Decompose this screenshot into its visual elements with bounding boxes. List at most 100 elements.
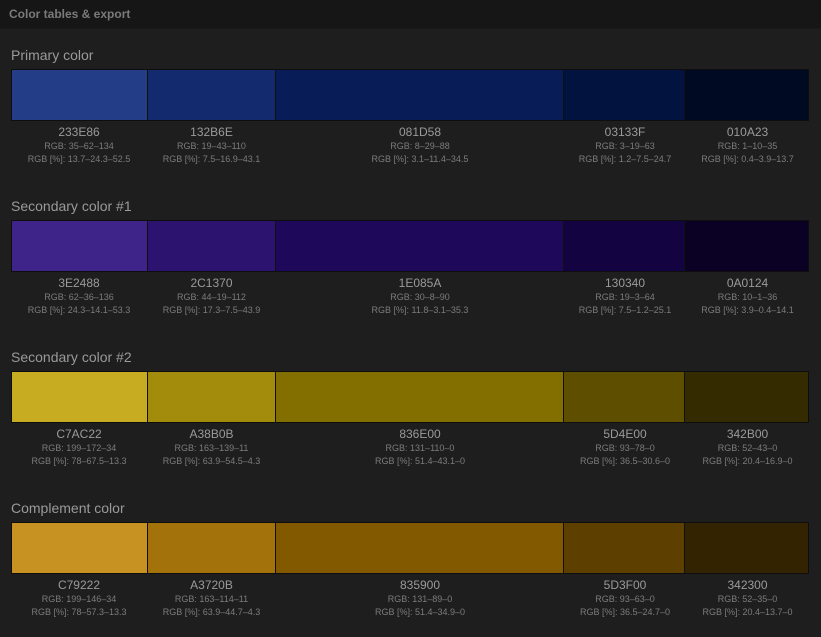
rgb-percent-value: RGB [%]: 0.4–3.9–13.7 bbox=[701, 154, 794, 164]
color-swatch[interactable] bbox=[147, 372, 277, 422]
rgb-percent-value: RGB [%]: 3.1–11.4–34.5 bbox=[371, 154, 469, 164]
swatch-label: 130340 RGB: 19–3–64 RGB [%]: 7.5–1.2–25.… bbox=[564, 276, 686, 317]
rgb-value: RGB: 52–43–0 bbox=[717, 443, 778, 453]
rgb-percent-value: RGB [%]: 51.4–43.1–0 bbox=[374, 456, 466, 466]
color-swatch[interactable] bbox=[563, 221, 686, 271]
rgb-percent-value: RGB [%]: 36.5–30.6–0 bbox=[579, 456, 671, 466]
hex-code: A38B0B bbox=[189, 427, 234, 441]
swatch-strip bbox=[11, 69, 809, 121]
section-title: Complement color bbox=[11, 500, 125, 516]
swatch-label: A38B0B RGB: 163–139–11 RGB [%]: 63.9–54.… bbox=[147, 427, 276, 468]
rgb-percent-value: RGB [%]: 1.2–7.5–24.7 bbox=[578, 154, 672, 164]
color-swatch[interactable] bbox=[147, 221, 277, 271]
hex-code: 233E86 bbox=[58, 125, 100, 139]
rgb-value: RGB: 131–110–0 bbox=[385, 443, 455, 453]
color-swatch[interactable] bbox=[147, 523, 277, 573]
rgb-value: RGB: 163–139–11 bbox=[174, 443, 249, 453]
rgb-value: RGB: 62–36–136 bbox=[44, 292, 114, 302]
hex-code: 132B6E bbox=[190, 125, 233, 139]
rgb-percent-value: RGB [%]: 13.7–24.3–52.5 bbox=[27, 154, 131, 164]
swatch-label: 1E085A RGB: 30–8–90 RGB [%]: 11.8–3.1–35… bbox=[276, 276, 564, 317]
rgb-percent-value: RGB [%]: 51.4–34.9–0 bbox=[374, 607, 466, 617]
rgb-value: RGB: 30–8–90 bbox=[390, 292, 450, 302]
hex-code: 03133F bbox=[604, 125, 646, 139]
swatch-labels: C7AC22 RGB: 199–172–34 RGB [%]: 78–67.5–… bbox=[11, 427, 809, 468]
color-swatch[interactable] bbox=[563, 70, 686, 120]
rgb-value: RGB: 93–63–0 bbox=[595, 594, 655, 604]
rgb-percent-value: RGB [%]: 63.9–54.5–4.3 bbox=[162, 456, 261, 466]
color-swatch[interactable] bbox=[12, 372, 148, 422]
hex-code: 0A0124 bbox=[726, 276, 769, 290]
color-swatch[interactable] bbox=[12, 221, 148, 271]
color-swatch[interactable] bbox=[12, 70, 148, 120]
rgb-value: RGB: 8–29–88 bbox=[390, 141, 450, 151]
section-title: Secondary color #2 bbox=[11, 349, 132, 365]
swatch-label: 2C1370 RGB: 44–19–112 RGB [%]: 17.3–7.5–… bbox=[147, 276, 276, 317]
hex-code: C7AC22 bbox=[56, 427, 102, 441]
color-swatch[interactable] bbox=[685, 221, 808, 271]
rgb-percent-value: RGB [%]: 11.8–3.1–35.3 bbox=[371, 305, 469, 315]
rgb-percent-value: RGB [%]: 3.9–0.4–14.1 bbox=[701, 305, 794, 315]
rgb-percent-value: RGB [%]: 78–57.3–13.3 bbox=[31, 607, 127, 617]
hex-code: 1E085A bbox=[398, 276, 442, 290]
hex-code: 5D3F00 bbox=[603, 578, 647, 592]
rgb-percent-value: RGB [%]: 24.3–14.1–53.3 bbox=[27, 305, 131, 315]
swatch-label: 081D58 RGB: 8–29–88 RGB [%]: 3.1–11.4–34… bbox=[276, 125, 564, 166]
swatch-strip bbox=[11, 522, 809, 574]
page-title: Color tables & export bbox=[9, 7, 131, 21]
hex-code: 836E00 bbox=[399, 427, 441, 441]
color-swatch[interactable] bbox=[563, 523, 686, 573]
rgb-percent-value: RGB [%]: 63.9–44.7–4.3 bbox=[162, 607, 261, 617]
color-swatch[interactable] bbox=[147, 70, 277, 120]
hex-code: 130340 bbox=[604, 276, 646, 290]
swatch-label: C79222 RGB: 199–146–34 RGB [%]: 78–57.3–… bbox=[11, 578, 147, 619]
color-swatch[interactable] bbox=[276, 70, 564, 120]
hex-code: 081D58 bbox=[398, 125, 442, 139]
rgb-value: RGB: 131–89–0 bbox=[387, 594, 453, 604]
swatch-label: 342B00 RGB: 52–43–0 RGB [%]: 20.4–16.9–0 bbox=[686, 427, 809, 468]
swatch-label: 03133F RGB: 3–19–63 RGB [%]: 1.2–7.5–24.… bbox=[564, 125, 686, 166]
rgb-value: RGB: 199–172–34 bbox=[41, 443, 117, 453]
hex-code: 2C1370 bbox=[190, 276, 233, 290]
hex-code: 5D4E00 bbox=[603, 427, 647, 441]
color-swatch[interactable] bbox=[12, 523, 148, 573]
color-swatch[interactable] bbox=[685, 523, 808, 573]
color-swatch[interactable] bbox=[276, 372, 564, 422]
hex-code: 342B00 bbox=[726, 427, 769, 441]
rgb-value: RGB: 35–62–134 bbox=[44, 141, 114, 151]
color-swatch[interactable] bbox=[685, 372, 808, 422]
swatch-strip bbox=[11, 220, 809, 272]
rgb-percent-value: RGB [%]: 20.4–13.7–0 bbox=[702, 607, 793, 617]
rgb-value: RGB: 44–19–112 bbox=[177, 292, 246, 302]
color-swatch[interactable] bbox=[563, 372, 686, 422]
rgb-percent-value: RGB [%]: 78–67.5–13.3 bbox=[31, 456, 127, 466]
header-bar: Color tables & export bbox=[0, 0, 821, 29]
rgb-value: RGB: 3–19–63 bbox=[595, 141, 655, 151]
swatch-labels: 3E2488 RGB: 62–36–136 RGB [%]: 24.3–14.1… bbox=[11, 276, 809, 317]
swatch-strip bbox=[11, 371, 809, 423]
section-title: Primary color bbox=[11, 47, 94, 63]
color-swatch[interactable] bbox=[276, 523, 564, 573]
swatch-label: C7AC22 RGB: 199–172–34 RGB [%]: 78–67.5–… bbox=[11, 427, 147, 468]
swatch-label: A3720B RGB: 163–114–11 RGB [%]: 63.9–44.… bbox=[147, 578, 276, 619]
rgb-value: RGB: 19–43–110 bbox=[177, 141, 246, 151]
hex-code: 010A23 bbox=[726, 125, 769, 139]
color-swatch[interactable] bbox=[685, 70, 808, 120]
rgb-value: RGB: 163–114–11 bbox=[174, 594, 249, 604]
hex-code: 835900 bbox=[399, 578, 441, 592]
hex-code: C79222 bbox=[57, 578, 101, 592]
swatch-label: 836E00 RGB: 131–110–0 RGB [%]: 51.4–43.1… bbox=[276, 427, 564, 468]
color-swatch[interactable] bbox=[276, 221, 564, 271]
hex-code: A3720B bbox=[190, 578, 233, 592]
swatch-label: 132B6E RGB: 19–43–110 RGB [%]: 7.5–16.9–… bbox=[147, 125, 276, 166]
swatch-label: 5D3F00 RGB: 93–63–0 RGB [%]: 36.5–24.7–0 bbox=[564, 578, 686, 619]
swatch-label: 3E2488 RGB: 62–36–136 RGB [%]: 24.3–14.1… bbox=[11, 276, 147, 317]
rgb-value: RGB: 19–3–64 bbox=[595, 292, 655, 302]
swatch-label: 342300 RGB: 52–35–0 RGB [%]: 20.4–13.7–0 bbox=[686, 578, 809, 619]
rgb-value: RGB: 10–1–36 bbox=[717, 292, 778, 302]
section-title: Secondary color #1 bbox=[11, 198, 132, 214]
swatch-label: 0A0124 RGB: 10–1–36 RGB [%]: 3.9–0.4–14.… bbox=[686, 276, 809, 317]
rgb-percent-value: RGB [%]: 17.3–7.5–43.9 bbox=[162, 305, 261, 315]
hex-code: 342300 bbox=[727, 578, 768, 592]
swatch-label: 233E86 RGB: 35–62–134 RGB [%]: 13.7–24.3… bbox=[11, 125, 147, 166]
